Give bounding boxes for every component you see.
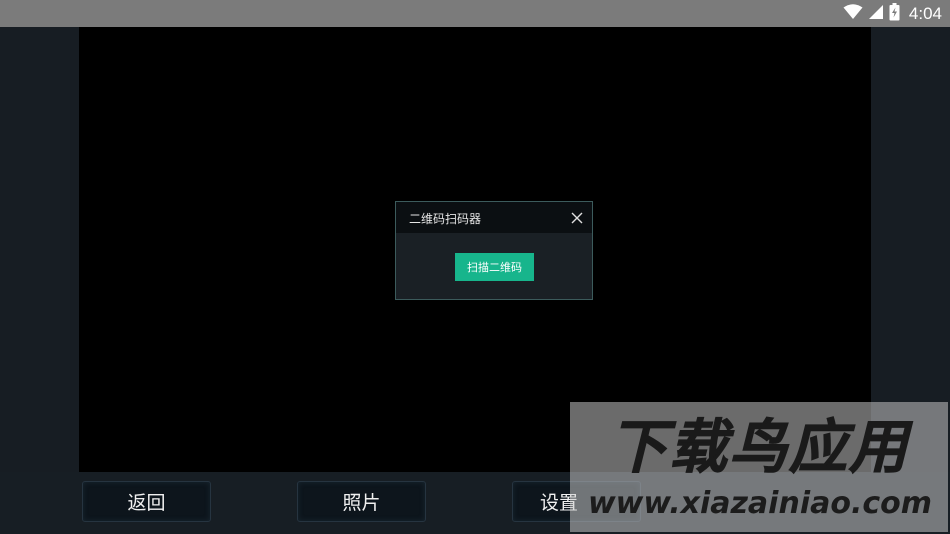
status-bar: 4:04: [0, 0, 950, 27]
close-icon[interactable]: [570, 210, 584, 224]
qr-scanner-dialog: 二维码扫码器 扫描二维码: [395, 201, 593, 300]
status-time: 4:04: [908, 3, 942, 23]
battery-charging-icon: [889, 2, 900, 25]
photos-button[interactable]: 照片: [297, 481, 426, 522]
watermark-title: 下载鸟应用: [608, 413, 909, 481]
signal-icon: [868, 4, 884, 24]
app-screen: 4:04 二维码扫码器 扫描二维码 返回 照片 设置 下载鸟应用 www.xia…: [0, 0, 950, 534]
dialog-title: 二维码扫码器: [409, 212, 482, 226]
status-icons: 4:04: [843, 0, 942, 27]
watermark-url: www.xiazainiao.com: [587, 486, 933, 521]
dialog-header: 二维码扫码器: [396, 202, 592, 233]
wifi-icon: [843, 3, 863, 24]
watermark-overlay: 下载鸟应用 www.xiazainiao.com: [570, 402, 948, 532]
back-button[interactable]: 返回: [82, 481, 211, 522]
scan-qr-button[interactable]: 扫描二维码: [455, 253, 534, 281]
